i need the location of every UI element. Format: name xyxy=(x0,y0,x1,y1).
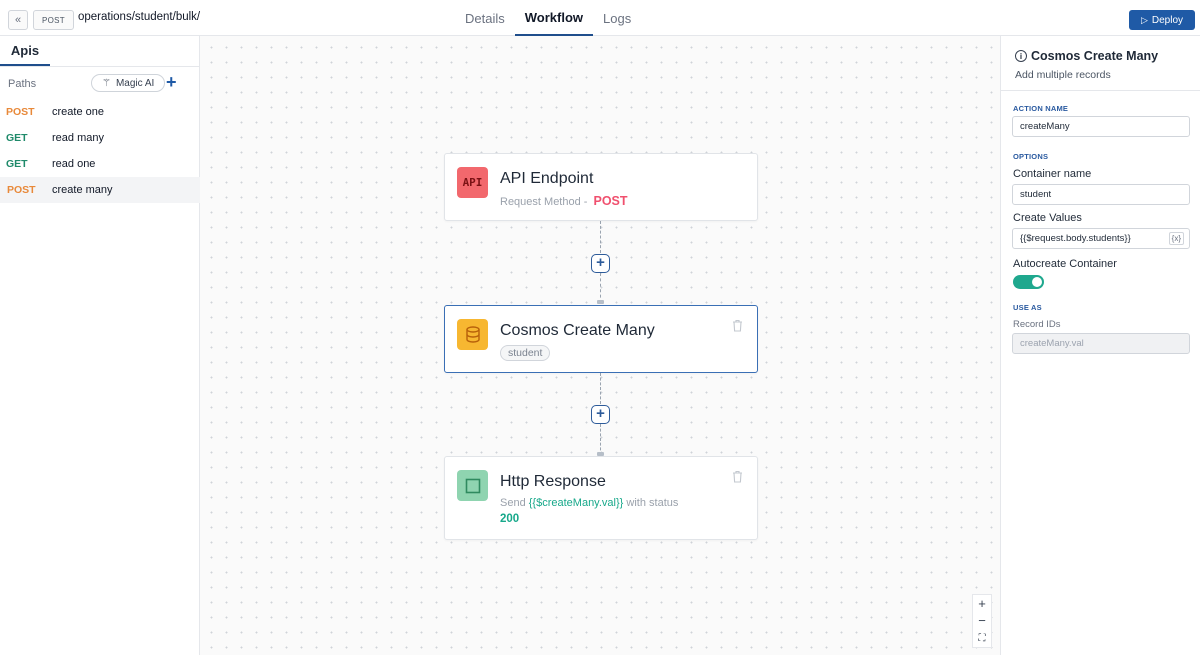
sidebar: Apis Paths ⚚ Magic AI + POST create one … xyxy=(0,36,200,655)
add-step-button[interactable]: + xyxy=(591,405,610,424)
section-action-name: ACTION NAME xyxy=(1013,104,1069,113)
paths-label: Paths xyxy=(8,78,37,90)
route-item[interactable]: GET read many xyxy=(0,125,200,151)
create-values-input[interactable]: {{$request.body.students}} {x} xyxy=(1012,228,1190,249)
route-item-selected[interactable]: POST create many xyxy=(0,177,200,203)
node-title: API Endpoint xyxy=(500,170,594,187)
action-name-input[interactable]: createMany xyxy=(1012,116,1190,137)
http-response-node[interactable]: Http Response Send {{$createMany.val}} w… xyxy=(444,456,758,540)
edge-line xyxy=(600,221,601,253)
zoom-in-icon[interactable]: + xyxy=(973,595,991,612)
tab-logs[interactable]: Logs xyxy=(593,0,641,36)
route-name: create many xyxy=(52,184,113,196)
trash-icon[interactable] xyxy=(732,470,743,486)
variable-icon[interactable]: {x} xyxy=(1168,232,1184,245)
trash-icon[interactable] xyxy=(732,319,743,335)
method-tag: POST xyxy=(33,10,74,30)
route-name: create one xyxy=(52,106,104,118)
endpoint-path: operations/student/bulk/ xyxy=(78,11,201,23)
node-subtitle: Send {{$createMany.val}} with status xyxy=(500,497,679,509)
route-item[interactable]: POST create one xyxy=(0,99,200,125)
autocreate-label: Autocreate Container xyxy=(1013,258,1117,270)
node-subtitle: Request Method - POST xyxy=(500,194,628,208)
cosmos-create-many-node[interactable]: Cosmos Create Many student xyxy=(444,305,758,373)
route-name: read one xyxy=(52,158,96,170)
edge-line xyxy=(600,273,601,303)
tab-details[interactable]: Details xyxy=(455,0,515,36)
autocreate-toggle[interactable] xyxy=(1013,275,1044,289)
container-name-label: Container name xyxy=(1013,168,1092,180)
section-use-as: USE AS xyxy=(1013,303,1042,312)
panel-header: i Cosmos Create Many Add multiple record… xyxy=(1001,36,1200,91)
response-icon xyxy=(457,470,488,501)
route-method: GET xyxy=(6,158,28,170)
chevrons-left-icon[interactable]: « xyxy=(8,10,28,30)
add-path-icon[interactable]: + xyxy=(166,72,177,93)
record-ids-input[interactable]: createMany.val xyxy=(1012,333,1190,354)
add-step-button[interactable]: + xyxy=(591,254,610,273)
response-value: {{$createMany.val}} xyxy=(528,497,624,509)
route-method: GET xyxy=(6,132,28,144)
zoom-controls: + − ⛶ xyxy=(972,594,992,648)
route-method: POST xyxy=(6,106,35,118)
node-tag-wrap: student xyxy=(500,345,551,361)
response-status: 200 xyxy=(500,513,520,525)
api-endpoint-node[interactable]: API API Endpoint Request Method - POST xyxy=(444,153,758,221)
panel-title: i Cosmos Create Many xyxy=(1015,49,1158,63)
deploy-button[interactable]: ▷ Deploy xyxy=(1129,10,1195,30)
section-options: OPTIONS xyxy=(1013,152,1049,161)
edge-line xyxy=(600,373,601,404)
route-item[interactable]: GET read one xyxy=(0,151,200,177)
record-ids-label: Record IDs xyxy=(1013,319,1061,330)
tab-workflow[interactable]: Workflow xyxy=(514,0,594,36)
route-name: read many xyxy=(52,132,104,144)
api-icon: API xyxy=(457,167,488,198)
route-method: POST xyxy=(7,184,36,196)
create-values-text: {{$request.body.students}} xyxy=(1020,233,1131,244)
tab-apis[interactable]: Apis xyxy=(0,36,50,66)
edge-line xyxy=(600,424,601,455)
top-bar: « POST operations/student/bulk/ Details … xyxy=(0,0,1200,36)
magic-ai-label: Magic AI xyxy=(115,77,155,89)
magic-wand-icon: ⚚ xyxy=(102,77,111,89)
play-icon: ▷ xyxy=(1140,14,1148,25)
info-icon: i xyxy=(1015,50,1027,62)
container-name-input[interactable]: student xyxy=(1012,184,1190,205)
panel-title-text: Cosmos Create Many xyxy=(1031,49,1159,63)
database-icon xyxy=(457,319,488,350)
node-title: Cosmos Create Many xyxy=(500,322,655,339)
create-values-label: Create Values xyxy=(1013,212,1082,224)
properties-panel: i Cosmos Create Many Add multiple record… xyxy=(1000,36,1200,655)
divider xyxy=(0,66,200,67)
magic-ai-button[interactable]: ⚚ Magic AI xyxy=(91,74,166,92)
container-tag: student xyxy=(500,345,551,361)
deploy-label: Deploy xyxy=(1151,14,1184,26)
fit-view-icon[interactable]: ⛶ xyxy=(973,630,991,647)
edge-arrow xyxy=(597,300,604,304)
request-method: POST xyxy=(593,194,628,208)
zoom-out-icon[interactable]: − xyxy=(973,612,991,629)
panel-subtitle: Add multiple records xyxy=(1015,69,1111,81)
view-tabs: Details Workflow Logs xyxy=(455,0,641,36)
toggle-knob xyxy=(1032,277,1042,287)
node-title: Http Response xyxy=(500,473,606,490)
